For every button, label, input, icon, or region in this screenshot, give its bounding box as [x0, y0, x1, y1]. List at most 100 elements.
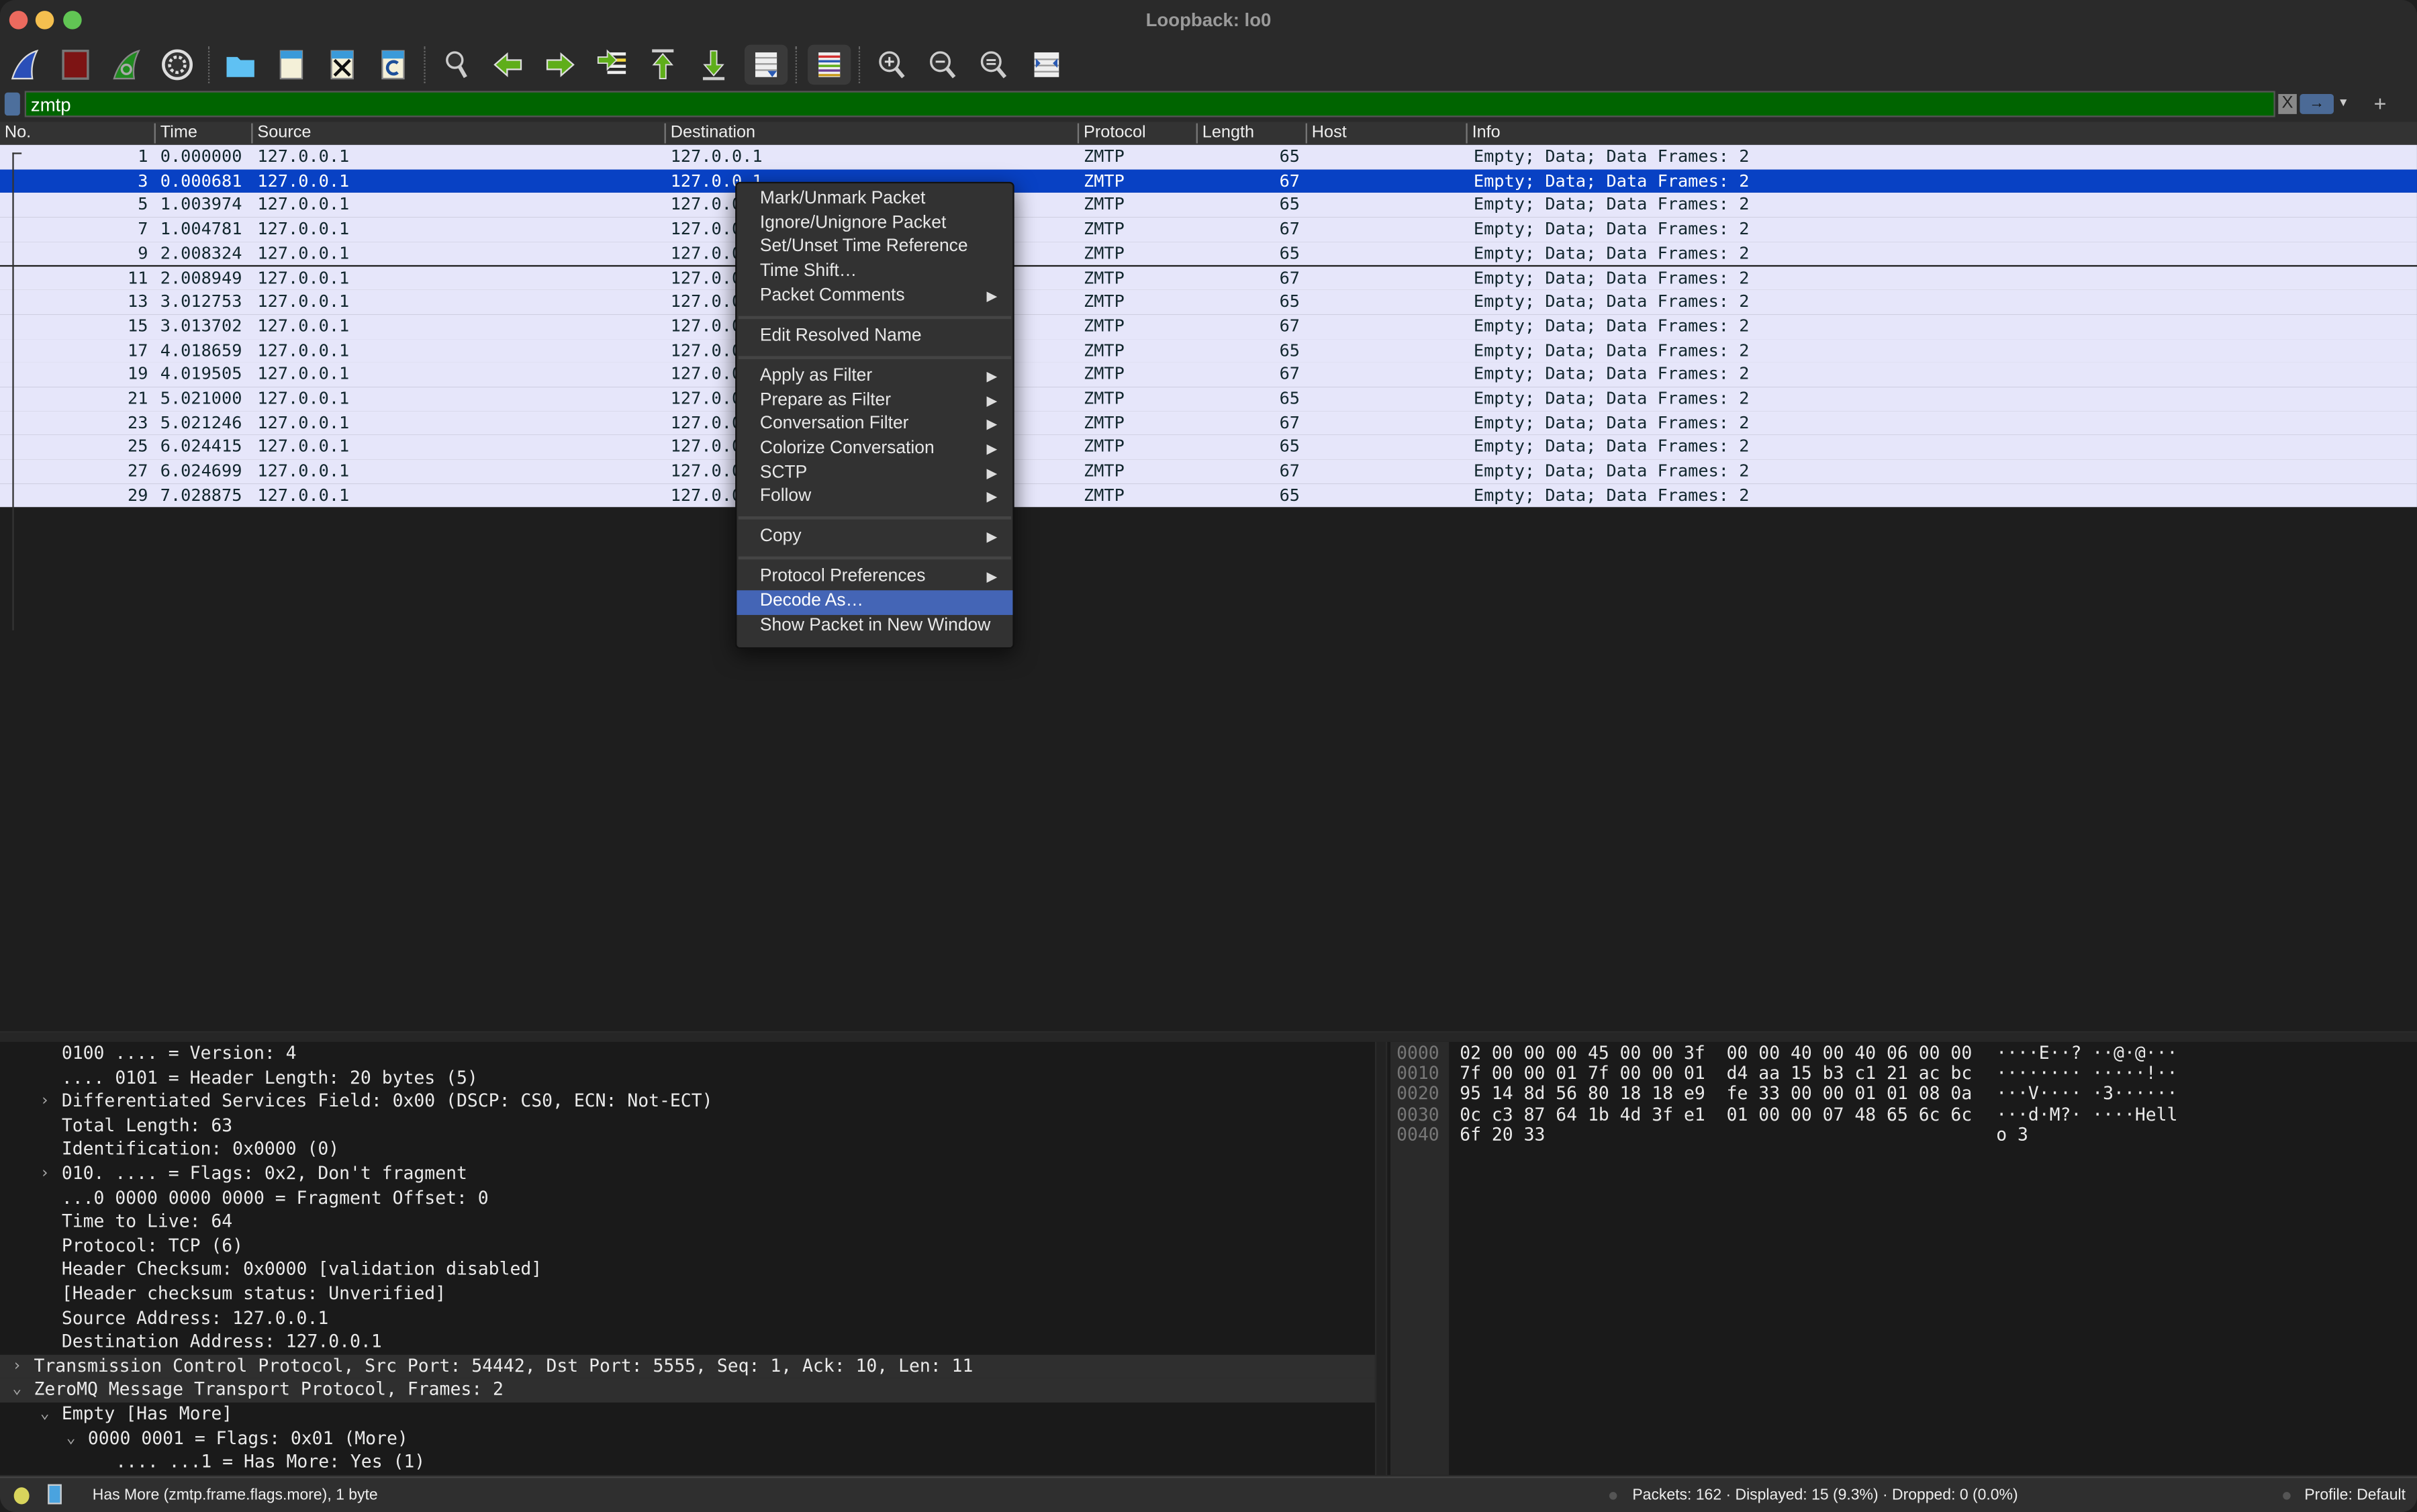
column-header-no[interactable]: No. [0, 124, 31, 144]
go-to-packet-button[interactable] [592, 45, 632, 85]
profile-selector[interactable]: Profile: Default [2304, 1487, 2406, 1504]
detail-tree-item[interactable]: Time to Live: 64 [0, 1210, 1375, 1234]
ascii-bytes[interactable]: ···V···· ·3······ [1996, 1084, 2177, 1104]
go-first-button[interactable] [643, 45, 683, 85]
packet-row[interactable]: 1 0.000000 127.0.0.1 127.0.0.1 ZMTP 65 Empty; … [0, 144, 2417, 169]
column-header-source[interactable]: Source [251, 123, 311, 144]
detail-tree-item[interactable]: Source Address: 127.0.0.1 [0, 1307, 1375, 1331]
collapse-arrow-icon[interactable]: ⌄ [66, 1427, 76, 1451]
vertical-splitter[interactable] [1376, 1041, 1386, 1475]
packet-row[interactable]: 29 7.028875 127.0.0.1 127.0.0.1 ZMTP 65 Empty;… [0, 483, 2417, 508]
detail-tree-item[interactable]: Identification: 0x0000 (0) [0, 1138, 1375, 1162]
column-header-destination[interactable]: Destination [664, 123, 755, 144]
menu-item[interactable]: Colorize Conversation ▶ [737, 438, 1012, 462]
collapse-arrow-icon[interactable]: ⌄ [12, 1378, 21, 1403]
menu-item[interactable]: SCTP ▶ [737, 462, 1012, 486]
pane-splitter[interactable] [0, 1033, 2417, 1042]
zoom-reset-button[interactable] [974, 45, 1014, 85]
packet-row[interactable]: 3 0.000681 127.0.0.1 127.0.0.1 ZMTP 67 Empty; … [0, 169, 2417, 193]
column-header-host[interactable]: Host [1305, 123, 1347, 144]
packet-row[interactable]: 17 4.018659 127.0.0.1 127.0.0.1 ZMTP 65 Empty;… [0, 338, 2417, 363]
auto-scroll-toggle[interactable] [744, 44, 788, 85]
capture-options-button[interactable] [157, 45, 197, 85]
detail-tree-item[interactable]: Destination Address: 127.0.0.1 [0, 1331, 1375, 1355]
menu-item[interactable]: Apply as Filter ▶ [737, 365, 1012, 389]
column-header-info[interactable]: Info [1466, 123, 1501, 144]
packet-row[interactable]: 23 5.021246 127.0.0.1 127.0.0.1 ZMTP 67 Empty;… [0, 411, 2417, 436]
packet-row[interactable]: 13 3.012753 127.0.0.1 127.0.0.1 ZMTP 65 Empty;… [0, 290, 2417, 315]
menu-item[interactable]: Protocol Preferences ▶ [737, 566, 1012, 590]
filter-bookmark-icon[interactable] [4, 92, 20, 116]
expand-arrow-icon[interactable]: › [12, 1354, 21, 1378]
restart-capture-button[interactable] [106, 45, 146, 85]
menu-item[interactable]: Set/Unset Time Reference [737, 236, 1012, 261]
expand-arrow-icon[interactable]: › [40, 1162, 50, 1186]
ascii-bytes[interactable]: ········ ·····!·· [1996, 1063, 2177, 1084]
start-capture-button[interactable] [5, 45, 45, 85]
column-header-length[interactable]: Length [1196, 123, 1254, 144]
hex-bytes[interactable]: 6f 20 33 [1460, 1124, 1545, 1145]
detail-tree-item[interactable]: › Differentiated Services Field: 0x00 (DS… [0, 1090, 1375, 1114]
display-filter-input[interactable]: zmtp [24, 91, 2275, 117]
open-file-button[interactable] [220, 45, 260, 85]
detail-tree-item[interactable]: [Header checksum status: Unverified] [0, 1282, 1375, 1307]
expert-info-icon[interactable] [13, 1487, 30, 1505]
apply-filter-button[interactable]: → [2300, 94, 2334, 114]
detail-tree-item[interactable]: ...0 0000 0000 0000 = Fragment Offset: 0 [0, 1186, 1375, 1211]
menu-item[interactable]: Ignore/Unignore Packet [737, 212, 1012, 236]
close-file-button[interactable] [322, 45, 363, 85]
stop-capture-button[interactable] [56, 45, 96, 85]
menu-item[interactable]: Copy ▶ [737, 526, 1012, 550]
menu-item[interactable]: Decode As… [737, 590, 1013, 615]
detail-tree-item[interactable]: ⌄ 0000 0001 = Flags: 0x01 (More) [0, 1427, 1375, 1451]
packet-row[interactable]: 7 1.004781 127.0.0.1 127.0.0.1 ZMTP 67 Empty; … [0, 217, 2417, 242]
ascii-bytes[interactable]: ····E··? ··@·@··· [1996, 1043, 2177, 1064]
menu-item[interactable]: Prepare as Filter ▶ [737, 389, 1012, 414]
menu-item[interactable]: Conversation Filter ▶ [737, 414, 1012, 438]
column-header-protocol[interactable]: Protocol [1077, 123, 1146, 144]
clear-filter-button[interactable]: X [2278, 94, 2297, 114]
detail-tree-item[interactable]: ⌄ Empty [Has More] [0, 1403, 1375, 1427]
zoom-out-button[interactable] [923, 45, 963, 85]
column-header-time[interactable]: Time [154, 123, 197, 144]
menu-item[interactable]: Mark/Unmark Packet [737, 188, 1012, 212]
hex-bytes[interactable]: 0c c3 87 64 1b 4d 3f e1 01 00 00 07 48 6… [1460, 1104, 1972, 1125]
go-last-button[interactable] [694, 45, 734, 85]
menu-item[interactable]: Time Shift… [737, 261, 1012, 285]
packet-row[interactable]: 11 2.008949 127.0.0.1 127.0.0.1 ZMTP 67 Empty;… [0, 265, 2417, 291]
resize-columns-button[interactable] [1027, 45, 1067, 85]
packet-row[interactable]: 5 1.003974 127.0.0.1 127.0.0.1 ZMTP 65 Empty; … [0, 193, 2417, 218]
detail-tree-item[interactable]: .... 0101 = Header Length: 20 bytes (5) [0, 1066, 1375, 1090]
packet-row[interactable]: 25 6.024415 127.0.0.1 127.0.0.1 ZMTP 65 Empty;… [0, 435, 2417, 460]
go-forward-button[interactable] [540, 45, 580, 85]
hex-bytes[interactable]: 95 14 8d 56 80 18 18 e9 fe 33 00 00 01 0… [1460, 1084, 1972, 1104]
menu-item[interactable]: Show Packet in New Window [737, 614, 1012, 639]
menu-item[interactable]: Edit Resolved Name [737, 325, 1012, 349]
ascii-bytes[interactable]: o 3 [1996, 1124, 2028, 1145]
packet-row[interactable]: 15 3.013702 127.0.0.1 127.0.0.1 ZMTP 67 Empty;… [0, 314, 2417, 339]
hex-bytes[interactable]: 02 00 00 00 45 00 00 3f 00 00 40 00 40 0… [1460, 1043, 1972, 1064]
packet-row[interactable]: 9 2.008324 127.0.0.1 127.0.0.1 ZMTP 65 Empty; … [0, 241, 2417, 266]
detail-tree-item[interactable]: ⌄ ZeroMQ Message Transport Protocol, Fram… [0, 1378, 1375, 1403]
detail-tree-item[interactable]: › Transmission Control Protocol, Src Port… [0, 1354, 1375, 1379]
go-back-button[interactable] [489, 45, 529, 85]
collapse-arrow-icon[interactable]: ⌄ [40, 1403, 50, 1427]
capture-comment-icon[interactable] [48, 1484, 62, 1505]
detail-tree-item[interactable]: Header Checksum: 0x0000 [validation disa… [0, 1258, 1375, 1282]
detail-tree-item[interactable]: .... ...1 = Has More: Yes (1) [0, 1451, 1375, 1475]
menu-item[interactable]: Packet Comments ▶ [737, 285, 1012, 309]
expand-arrow-icon[interactable]: › [40, 1090, 50, 1114]
packet-row[interactable]: 19 4.019505 127.0.0.1 127.0.0.1 ZMTP 67 Empty;… [0, 363, 2417, 387]
reload-file-button[interactable] [373, 45, 414, 85]
ascii-bytes[interactable]: ···d·M?· ····Hell [1996, 1104, 2177, 1125]
menu-item[interactable]: Follow ▶ [737, 486, 1012, 510]
detail-tree-item[interactable]: 0100 .... = Version: 4 [0, 1042, 1375, 1066]
packet-row[interactable]: 27 6.024699 127.0.0.1 127.0.0.1 ZMTP 67 Empty;… [0, 459, 2417, 484]
detail-tree-item[interactable]: Protocol: TCP (6) [0, 1234, 1375, 1258]
save-file-button[interactable] [271, 45, 312, 85]
colorize-toggle[interactable] [808, 44, 851, 85]
find-packet-button[interactable] [438, 45, 478, 85]
zoom-in-button[interactable] [872, 45, 912, 85]
add-filter-button[interactable]: + [2374, 91, 2387, 115]
detail-tree-item[interactable]: › 010. .... = Flags: 0x2, Don't fragment [0, 1162, 1375, 1186]
